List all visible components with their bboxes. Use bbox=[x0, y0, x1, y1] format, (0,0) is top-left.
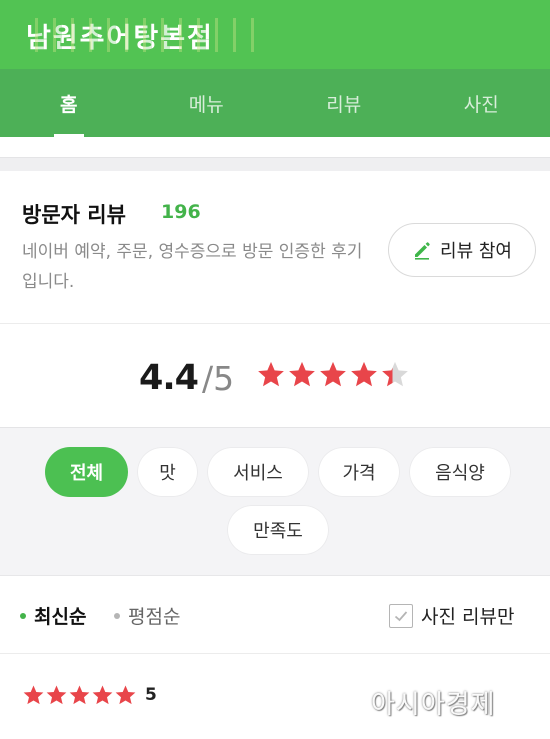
tab-label: 리뷰 bbox=[326, 93, 362, 116]
review-stars bbox=[22, 684, 137, 707]
chip-label: 서비스 bbox=[233, 463, 283, 484]
pencil-icon bbox=[415, 242, 430, 260]
place-title-text: 남원추어탕본점 bbox=[26, 22, 214, 54]
review-item: 5 bbox=[0, 654, 550, 739]
chip-satisfaction[interactable]: 만족도 bbox=[227, 505, 329, 555]
sort-rating[interactable]: 평점순 bbox=[114, 602, 180, 629]
tab-label: 홈 bbox=[60, 93, 78, 116]
star-icon bbox=[46, 685, 67, 705]
star-icon bbox=[115, 685, 136, 705]
write-review-label: 리뷰 참여 bbox=[440, 241, 512, 262]
chip-taste[interactable]: 맛 bbox=[137, 447, 198, 497]
tab-label: 사진 bbox=[463, 93, 499, 116]
section-divider bbox=[0, 157, 550, 171]
chip-price[interactable]: 가격 bbox=[318, 447, 400, 497]
chip-label: 가격 bbox=[342, 463, 376, 484]
star-icon bbox=[92, 685, 113, 705]
checkmark-icon bbox=[394, 610, 408, 621]
active-dot bbox=[20, 612, 26, 619]
write-review-button[interactable]: 리뷰 참여 bbox=[388, 223, 536, 277]
tab-home[interactable]: 홈 bbox=[0, 69, 138, 137]
tab-bar: 홈 메뉴 리뷰 사진 bbox=[0, 69, 550, 137]
tab-reviews[interactable]: 리뷰 bbox=[275, 69, 413, 137]
sort-latest[interactable]: 최신순 bbox=[20, 602, 86, 629]
chip-all[interactable]: 전체 bbox=[45, 447, 128, 497]
star-icon bbox=[382, 361, 408, 387]
average-score: 4.4 bbox=[139, 358, 199, 398]
score-max: /5 bbox=[202, 359, 235, 398]
tab-photos[interactable]: 사진 bbox=[413, 69, 550, 137]
chip-label: 전체 bbox=[69, 463, 104, 484]
sort-label: 최신순 bbox=[34, 606, 87, 628]
visitor-review-title: 방문자 리뷰 bbox=[22, 203, 126, 227]
sort-bar: 최신순 평점순 사진 리뷰만 bbox=[0, 576, 550, 654]
star-icon bbox=[320, 361, 346, 387]
star-icon bbox=[289, 361, 315, 387]
chip-label: 만족도 bbox=[253, 521, 303, 542]
chip-service[interactable]: 서비스 bbox=[207, 447, 309, 497]
photo-only-label: 사진 리뷰만 bbox=[421, 606, 515, 628]
review-description: 네이버 예약, 주문, 영수증으로 방문 인증한 후기입니다. bbox=[22, 242, 363, 292]
review-count: 196 bbox=[161, 201, 201, 223]
place-title: 남원추어탕본점 bbox=[26, 18, 264, 54]
review-filter-chips: 전체 맛 서비스 가격 음식양 만족도 bbox=[0, 428, 550, 576]
spacer bbox=[0, 137, 550, 157]
star-icon bbox=[69, 685, 90, 705]
tab-menu[interactable]: 메뉴 bbox=[138, 69, 276, 137]
sort-label: 평점순 bbox=[128, 606, 181, 628]
rating-summary: 4.4 /5 bbox=[0, 324, 550, 428]
checkbox-icon[interactable] bbox=[389, 603, 413, 628]
chip-label: 음식양 bbox=[435, 463, 485, 484]
rating-stars bbox=[256, 360, 410, 390]
star-icon bbox=[23, 685, 44, 705]
photo-review-only-toggle[interactable]: 사진 리뷰만 bbox=[389, 602, 514, 629]
star-icon bbox=[258, 361, 284, 387]
chip-label: 맛 bbox=[159, 463, 176, 484]
tab-label: 메뉴 bbox=[188, 93, 224, 116]
top-bar: 남원추어탕본점 bbox=[0, 0, 550, 69]
visitor-review-header: 방문자 리뷰 196 네이버 예약, 주문, 영수증으로 방문 인증한 후기입니… bbox=[0, 171, 550, 324]
star-icon bbox=[351, 361, 377, 387]
review-score: 5 bbox=[145, 685, 157, 705]
inactive-dot bbox=[114, 612, 120, 619]
chip-portion[interactable]: 음식양 bbox=[409, 447, 511, 497]
